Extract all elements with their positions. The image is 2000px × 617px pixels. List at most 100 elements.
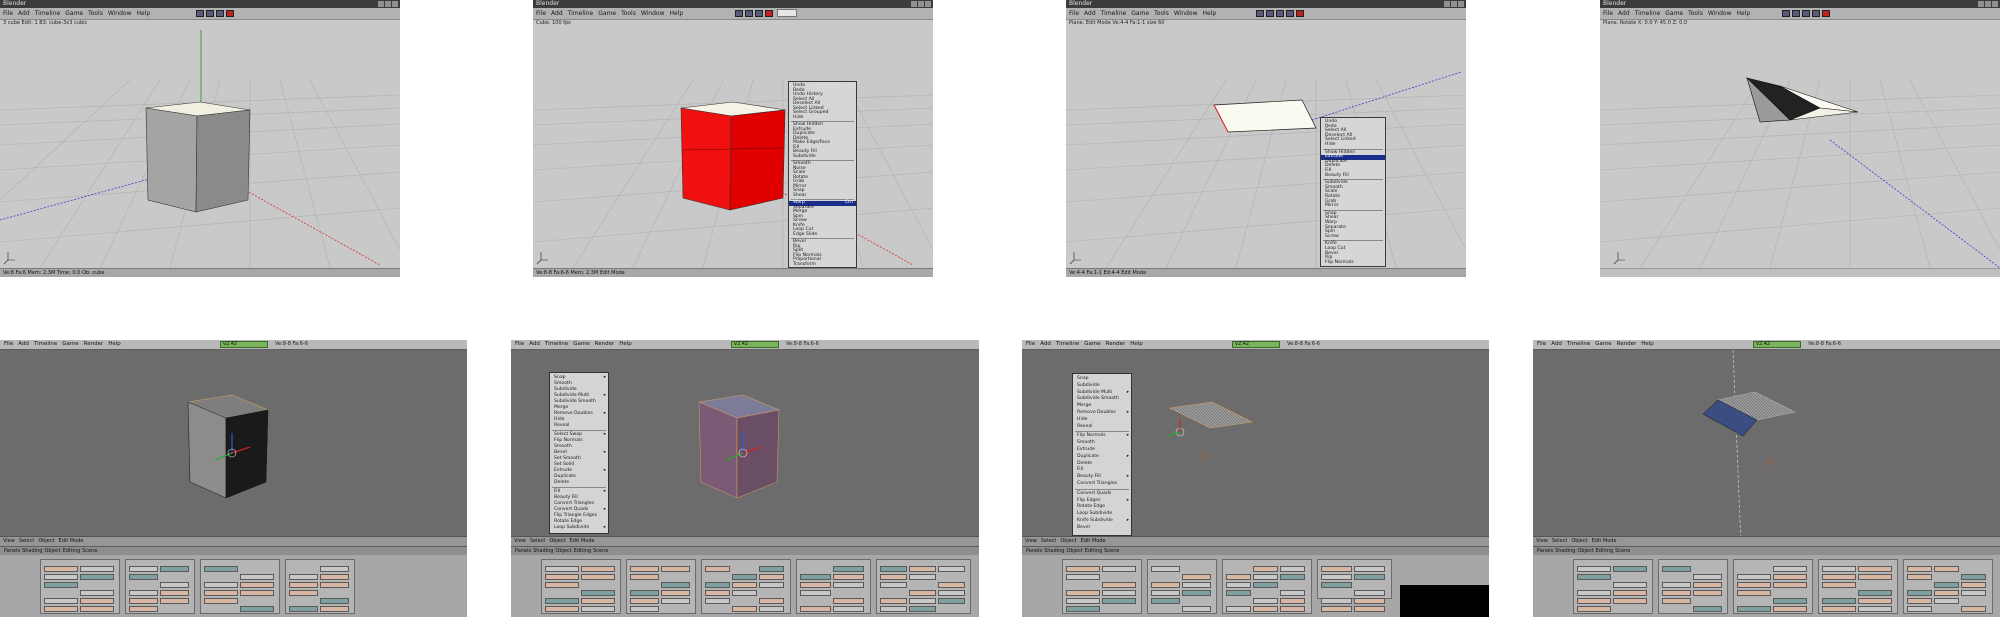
- panel-button[interactable]: [1066, 606, 1100, 612]
- panel-button[interactable]: [1822, 606, 1856, 612]
- panel-button[interactable]: [1577, 606, 1611, 612]
- panel-button[interactable]: [1737, 582, 1771, 588]
- panel-button[interactable]: [545, 606, 579, 612]
- view-button-icon[interactable]: [1812, 10, 1820, 17]
- panel-button[interactable]: [581, 606, 615, 612]
- tab-editing[interactable]: Editing: [574, 547, 591, 555]
- panel-button[interactable]: [204, 598, 238, 604]
- 3d-viewport[interactable]: [0, 20, 400, 268]
- panel-button[interactable]: [1151, 582, 1180, 588]
- menu-add[interactable]: Add: [551, 9, 563, 18]
- tab-object[interactable]: Object: [1577, 547, 1593, 555]
- panel-button[interactable]: [1822, 598, 1856, 604]
- panel-button[interactable]: [1613, 598, 1647, 604]
- view-button-icon[interactable]: [1802, 10, 1810, 17]
- menu-item[interactable]: Transform: [789, 262, 856, 268]
- menu-file[interactable]: File: [1069, 9, 1079, 18]
- panel-button[interactable]: [289, 582, 318, 588]
- panel-button[interactable]: [320, 598, 349, 604]
- menu-item[interactable]: Convert Quads: [1073, 491, 1131, 498]
- panel-button[interactable]: [800, 606, 831, 612]
- panel-button[interactable]: [1961, 574, 1986, 580]
- minimize-icon[interactable]: [378, 1, 384, 7]
- panel-button[interactable]: [1280, 598, 1305, 604]
- render-button-icon[interactable]: [765, 10, 773, 17]
- panel-button[interactable]: [1253, 598, 1278, 604]
- tab-object[interactable]: Object: [555, 547, 571, 555]
- menu-window[interactable]: Window: [1174, 9, 1198, 18]
- menu-item[interactable]: Knife Subdivide ▸: [1073, 518, 1131, 525]
- panel-button[interactable]: [1613, 590, 1647, 596]
- specials-menu[interactable]: Snap Subdivide Subdivide Multi ▸ Subdivide S…: [1072, 373, 1132, 536]
- minimize-icon[interactable]: [1978, 1, 1984, 7]
- mode-selector[interactable]: Edit Mode: [1081, 537, 1106, 546]
- panel-button[interactable]: [1934, 566, 1959, 572]
- panel-button[interactable]: [160, 590, 189, 596]
- panel-button[interactable]: [1354, 566, 1385, 572]
- render-button-icon[interactable]: [1296, 10, 1304, 17]
- tab-shading[interactable]: Shading: [1044, 547, 1064, 555]
- menu-view[interactable]: View: [3, 537, 15, 546]
- panel-button[interactable]: [1934, 590, 1959, 596]
- panel-button[interactable]: [833, 582, 864, 588]
- panel-button[interactable]: [1321, 566, 1352, 572]
- panel-button[interactable]: [1907, 590, 1932, 596]
- menu-timeline[interactable]: Timeline: [568, 9, 594, 18]
- panel-button[interactable]: [545, 582, 579, 588]
- 3d-viewport[interactable]: [1600, 20, 2000, 268]
- panel-button[interactable]: [1822, 566, 1856, 572]
- menu-item[interactable]: Bevel: [1073, 525, 1131, 532]
- panel-button[interactable]: [320, 582, 349, 588]
- panel-button[interactable]: [661, 598, 690, 604]
- panel-button[interactable]: [1577, 590, 1611, 596]
- menu-select[interactable]: Select: [19, 537, 34, 546]
- menu-game[interactable]: Game: [598, 9, 616, 18]
- panel-button[interactable]: [1280, 590, 1305, 596]
- menu-game[interactable]: Game: [65, 9, 83, 18]
- menu-object[interactable]: Object: [38, 537, 54, 546]
- panel-button[interactable]: [129, 574, 158, 580]
- maximize-icon[interactable]: [385, 1, 391, 7]
- panel-button[interactable]: [1773, 582, 1807, 588]
- panel-button[interactable]: [759, 598, 784, 604]
- panel-button[interactable]: [661, 566, 690, 572]
- menu-item[interactable]: Duplicate ▸: [1073, 454, 1131, 461]
- menu-item[interactable]: Beauty Fill ▸: [1073, 474, 1131, 481]
- menu-timeline[interactable]: Timeline: [1567, 340, 1590, 349]
- menu-select[interactable]: Select: [530, 537, 545, 546]
- panel-button[interactable]: [909, 566, 936, 572]
- panel-button[interactable]: [909, 590, 936, 596]
- tab-editing[interactable]: Editing: [1596, 547, 1613, 555]
- menu-object[interactable]: Object: [549, 537, 565, 546]
- tab-panels[interactable]: Panels: [1537, 547, 1553, 555]
- render-button-icon[interactable]: [226, 10, 234, 17]
- menu-help[interactable]: Help: [137, 9, 151, 18]
- panel-button[interactable]: [732, 590, 757, 596]
- panel-button[interactable]: [581, 590, 615, 596]
- menu-item[interactable]: Delete: [550, 480, 608, 486]
- menu-window[interactable]: Window: [641, 9, 665, 18]
- view-button-icon[interactable]: [745, 10, 753, 17]
- panel-button[interactable]: [204, 566, 238, 572]
- menu-file[interactable]: File: [4, 340, 13, 349]
- panel-button[interactable]: [44, 566, 78, 572]
- menu-timeline[interactable]: Timeline: [1635, 9, 1661, 18]
- menu-item[interactable]: Merge: [1073, 403, 1131, 410]
- panel-button[interactable]: [759, 574, 784, 580]
- panel-button[interactable]: [732, 574, 757, 580]
- panel-button[interactable]: [1151, 566, 1180, 572]
- panel-button[interactable]: [1693, 574, 1722, 580]
- menu-add[interactable]: Add: [1618, 9, 1630, 18]
- menu-game[interactable]: Game: [1084, 340, 1100, 349]
- mode-selector[interactable]: Edit Mode: [59, 537, 84, 546]
- panel-button[interactable]: [204, 582, 238, 588]
- panel-button[interactable]: [1182, 582, 1211, 588]
- panel-button[interactable]: [1102, 598, 1136, 604]
- menu-timeline[interactable]: Timeline: [1101, 9, 1127, 18]
- panel-button[interactable]: [705, 590, 730, 596]
- panel-button[interactable]: [80, 566, 114, 572]
- panel-button[interactable]: [581, 574, 615, 580]
- menu-item[interactable]: Hide: [789, 115, 856, 121]
- panel-button[interactable]: [1226, 574, 1251, 580]
- mode-selector[interactable]: Edit Mode: [1592, 537, 1617, 546]
